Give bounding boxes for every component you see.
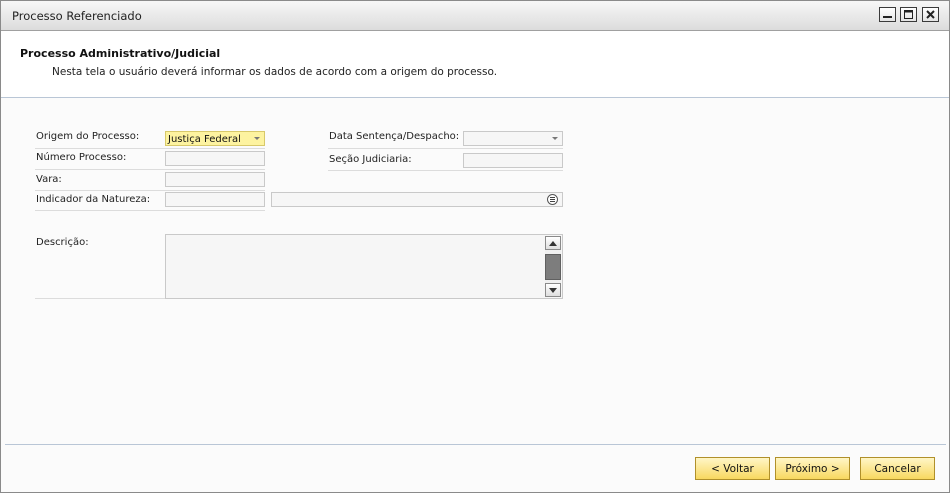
row-divider [35,210,265,211]
row-divider [35,298,165,299]
maximize-button[interactable] [900,7,917,22]
row-divider [328,170,563,171]
chevron-down-icon [254,137,260,140]
indicador-description-input[interactable] [271,192,563,207]
vara-input[interactable] [165,172,265,187]
choose-from-list-icon[interactable] [547,194,558,205]
minimize-button[interactable] [879,7,896,22]
origem-label: Origem do Processo: [36,131,140,142]
close-button[interactable] [922,7,939,22]
arrow-down-icon [549,288,557,293]
maximize-icon [904,10,913,19]
numero-input[interactable] [165,151,265,166]
secao-label: Seção Judiciaria: [329,154,412,165]
scroll-down-button[interactable] [545,283,561,297]
data-sentenca-label: Data Sentença/Despacho: [329,131,460,142]
secao-input[interactable] [463,153,563,168]
indicador-label: Indicador da Natureza: [36,194,151,205]
minimize-icon [883,16,892,18]
row-divider [35,169,265,170]
back-button[interactable]: < Voltar [695,457,770,480]
vertical-scrollbar[interactable] [545,236,561,297]
scroll-thumb[interactable] [545,254,561,280]
cancel-button[interactable]: Cancelar [860,457,935,480]
origem-dropdown[interactable]: Justiça Federal [165,131,265,146]
row-divider [35,190,265,191]
footer-divider [5,444,946,445]
window-title: Processo Referenciado [12,9,142,23]
vara-label: Vara: [36,174,62,185]
origem-value: Justiça Federal [168,134,241,145]
row-divider [328,148,563,149]
arrow-up-icon [549,241,557,246]
wizard-header: Processo Administrativo/Judicial Nesta t… [1,31,949,98]
descricao-textarea[interactable] [165,234,563,299]
descricao-label: Descrição: [36,237,89,248]
dialog-window: Processo Referenciado Processo Administr… [0,0,950,493]
page-subtitle: Nesta tela o usuário deverá informar os … [52,66,498,78]
close-icon [926,10,935,19]
data-sentenca-dropdown[interactable] [463,131,563,146]
title-bar[interactable]: Processo Referenciado [1,1,949,31]
chevron-down-icon [552,137,558,140]
row-divider [35,148,265,149]
scroll-up-button[interactable] [545,236,561,250]
next-button[interactable]: Próximo > [775,457,850,480]
indicador-code-input[interactable] [165,192,265,207]
numero-label: Número Processo: [36,152,127,163]
page-title: Processo Administrativo/Judicial [20,47,221,60]
